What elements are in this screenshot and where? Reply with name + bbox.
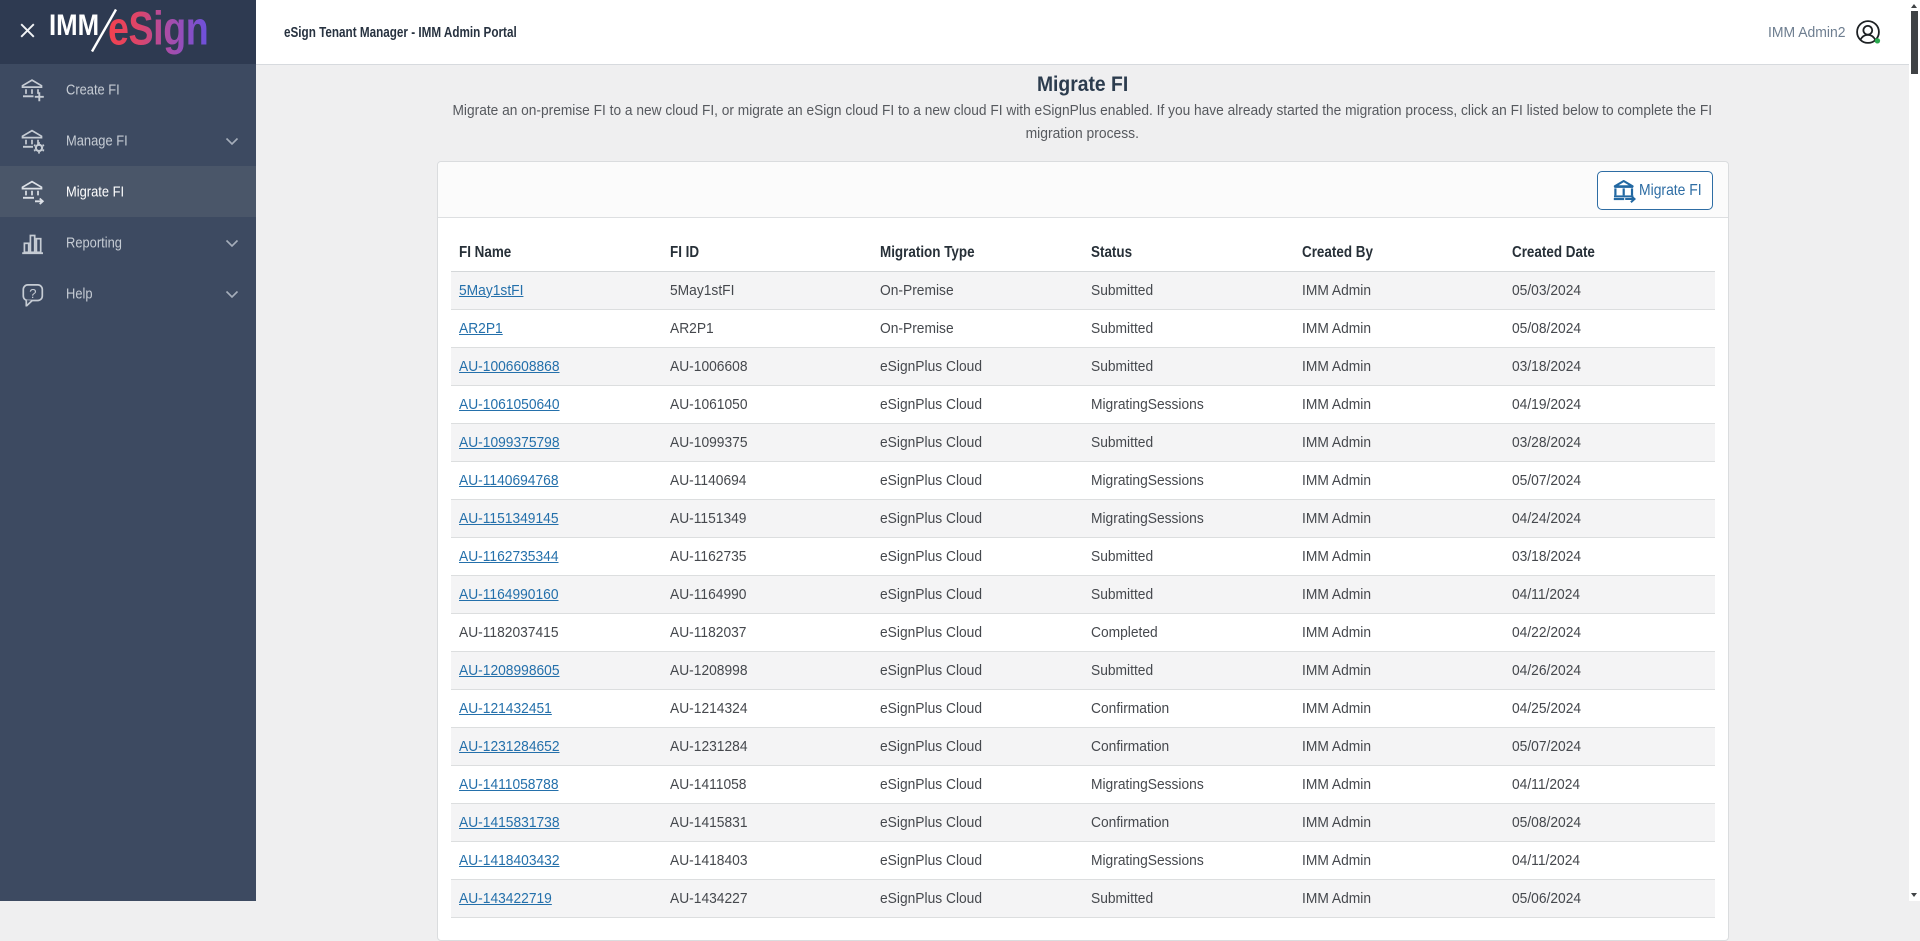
- svg-text:?: ?: [29, 285, 36, 300]
- svg-text:IMM: IMM: [49, 8, 99, 41]
- svg-text:eSign: eSign: [108, 8, 208, 56]
